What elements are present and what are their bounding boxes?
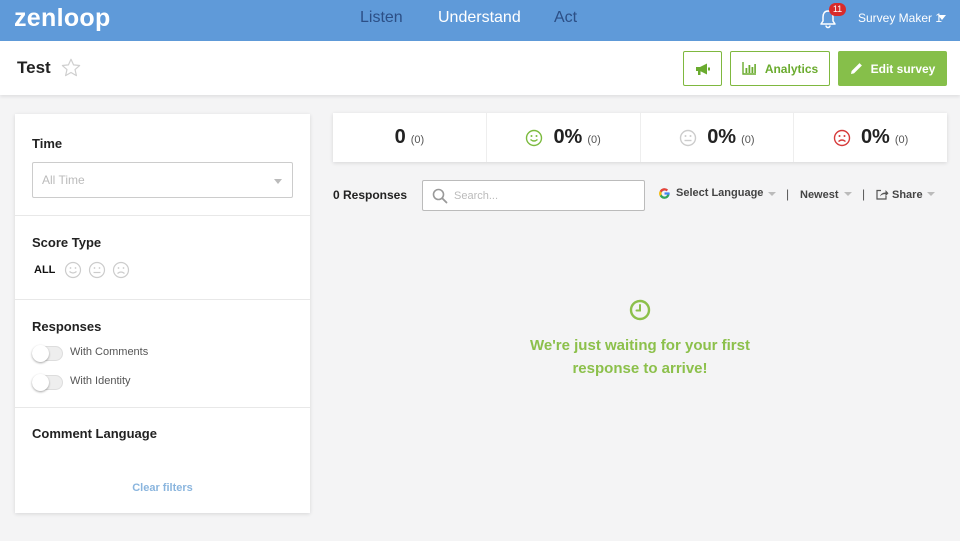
nps-score-count: (0) [410,133,425,146]
empty-state-message: We're just waiting for your first respon… [510,334,770,380]
nav-understand[interactable]: Understand [438,9,521,27]
detractors-value: 0% [860,126,890,148]
promoters-count: (0) [587,133,601,146]
with-comments-label: With Comments [70,346,149,358]
analytics-button[interactable]: Analytics [730,51,830,86]
share-icon[interactable] [876,189,889,200]
chevron-down-icon[interactable] [938,15,946,20]
survey-title: Test [17,58,51,77]
responses-count: 0 Responses [333,188,408,202]
search-icon [432,188,448,204]
frown-icon[interactable] [112,261,130,279]
star-icon[interactable] [60,57,82,79]
passive-neutral-icon [679,129,697,146]
top-navbar: zenloop Listen Understand Act 11 Survey … [0,0,960,41]
empty-state-line-2: response to arrive! [572,360,708,377]
bar-chart-icon [742,62,756,75]
smile-icon[interactable] [64,261,82,279]
score-type-title: Score Type [32,235,102,250]
google-g-icon [659,188,670,199]
survey-header: Test Analytics Edit survey [0,41,960,95]
time-select[interactable]: All Time [32,162,293,198]
chevron-down-icon[interactable] [768,192,776,196]
with-comments-toggle[interactable] [32,345,63,362]
score-type-all[interactable]: ALL [34,264,55,276]
edit-survey-button[interactable]: Edit survey [838,51,947,86]
edit-survey-label: Edit survey [870,61,936,76]
search-input[interactable] [454,187,634,205]
share-dropdown[interactable]: Share [892,189,923,201]
nps-score-stat: 0 (0) [333,113,487,162]
detractors-stat: 0% (0) [794,113,947,162]
chevron-down-icon[interactable] [844,192,852,196]
divider [15,215,310,216]
clock-icon [629,299,651,321]
chevron-down-icon[interactable] [927,192,935,196]
responses-filter-title: Responses [32,319,102,334]
chevron-down-icon [274,179,282,184]
comment-language-title: Comment Language [32,426,157,441]
announce-button[interactable] [683,51,722,86]
analytics-label: Analytics [764,61,819,76]
megaphone-icon [695,63,710,75]
pencil-icon [850,63,862,74]
nav-act[interactable]: Act [554,9,577,27]
empty-state-line-1: We're just waiting for your first [530,337,750,354]
divider [15,299,310,300]
passives-stat: 0% (0) [641,113,795,162]
promoter-smile-icon [526,129,543,146]
toolbar-separator: | [862,187,866,201]
clear-filters-link[interactable]: Clear filters [15,482,310,494]
toolbar-separator: | [786,187,790,201]
nps-score-value: 0 [394,126,406,148]
divider [15,407,310,408]
sort-dropdown[interactable]: Newest [800,189,839,201]
search-box[interactable] [422,180,645,211]
promoters-value: 0% [553,126,583,148]
neutral-face-icon[interactable] [88,261,106,279]
zenloop-logo[interactable]: zenloop [14,4,111,33]
nav-listen[interactable]: Listen [360,9,403,27]
select-language-dropdown[interactable]: Select Language [676,187,763,199]
passives-value: 0% [707,126,737,148]
notification-badge: 11 [829,3,846,16]
with-identity-toggle[interactable] [32,374,63,391]
time-filter-title: Time [32,136,63,151]
promoters-stat: 0% (0) [487,113,641,162]
passives-count: (0) [741,133,755,146]
user-menu[interactable]: Survey Maker 1 [858,11,942,25]
with-identity-label: With Identity [70,375,131,387]
nps-stats-bar: 0 (0) 0% (0) 0% (0) 0% (0) [333,113,947,162]
detractor-frown-icon [833,129,851,146]
detractors-count: (0) [894,133,909,146]
filter-panel: Time All Time Score Type ALL Responses W… [15,114,310,513]
time-select-value: All Time [42,173,85,187]
